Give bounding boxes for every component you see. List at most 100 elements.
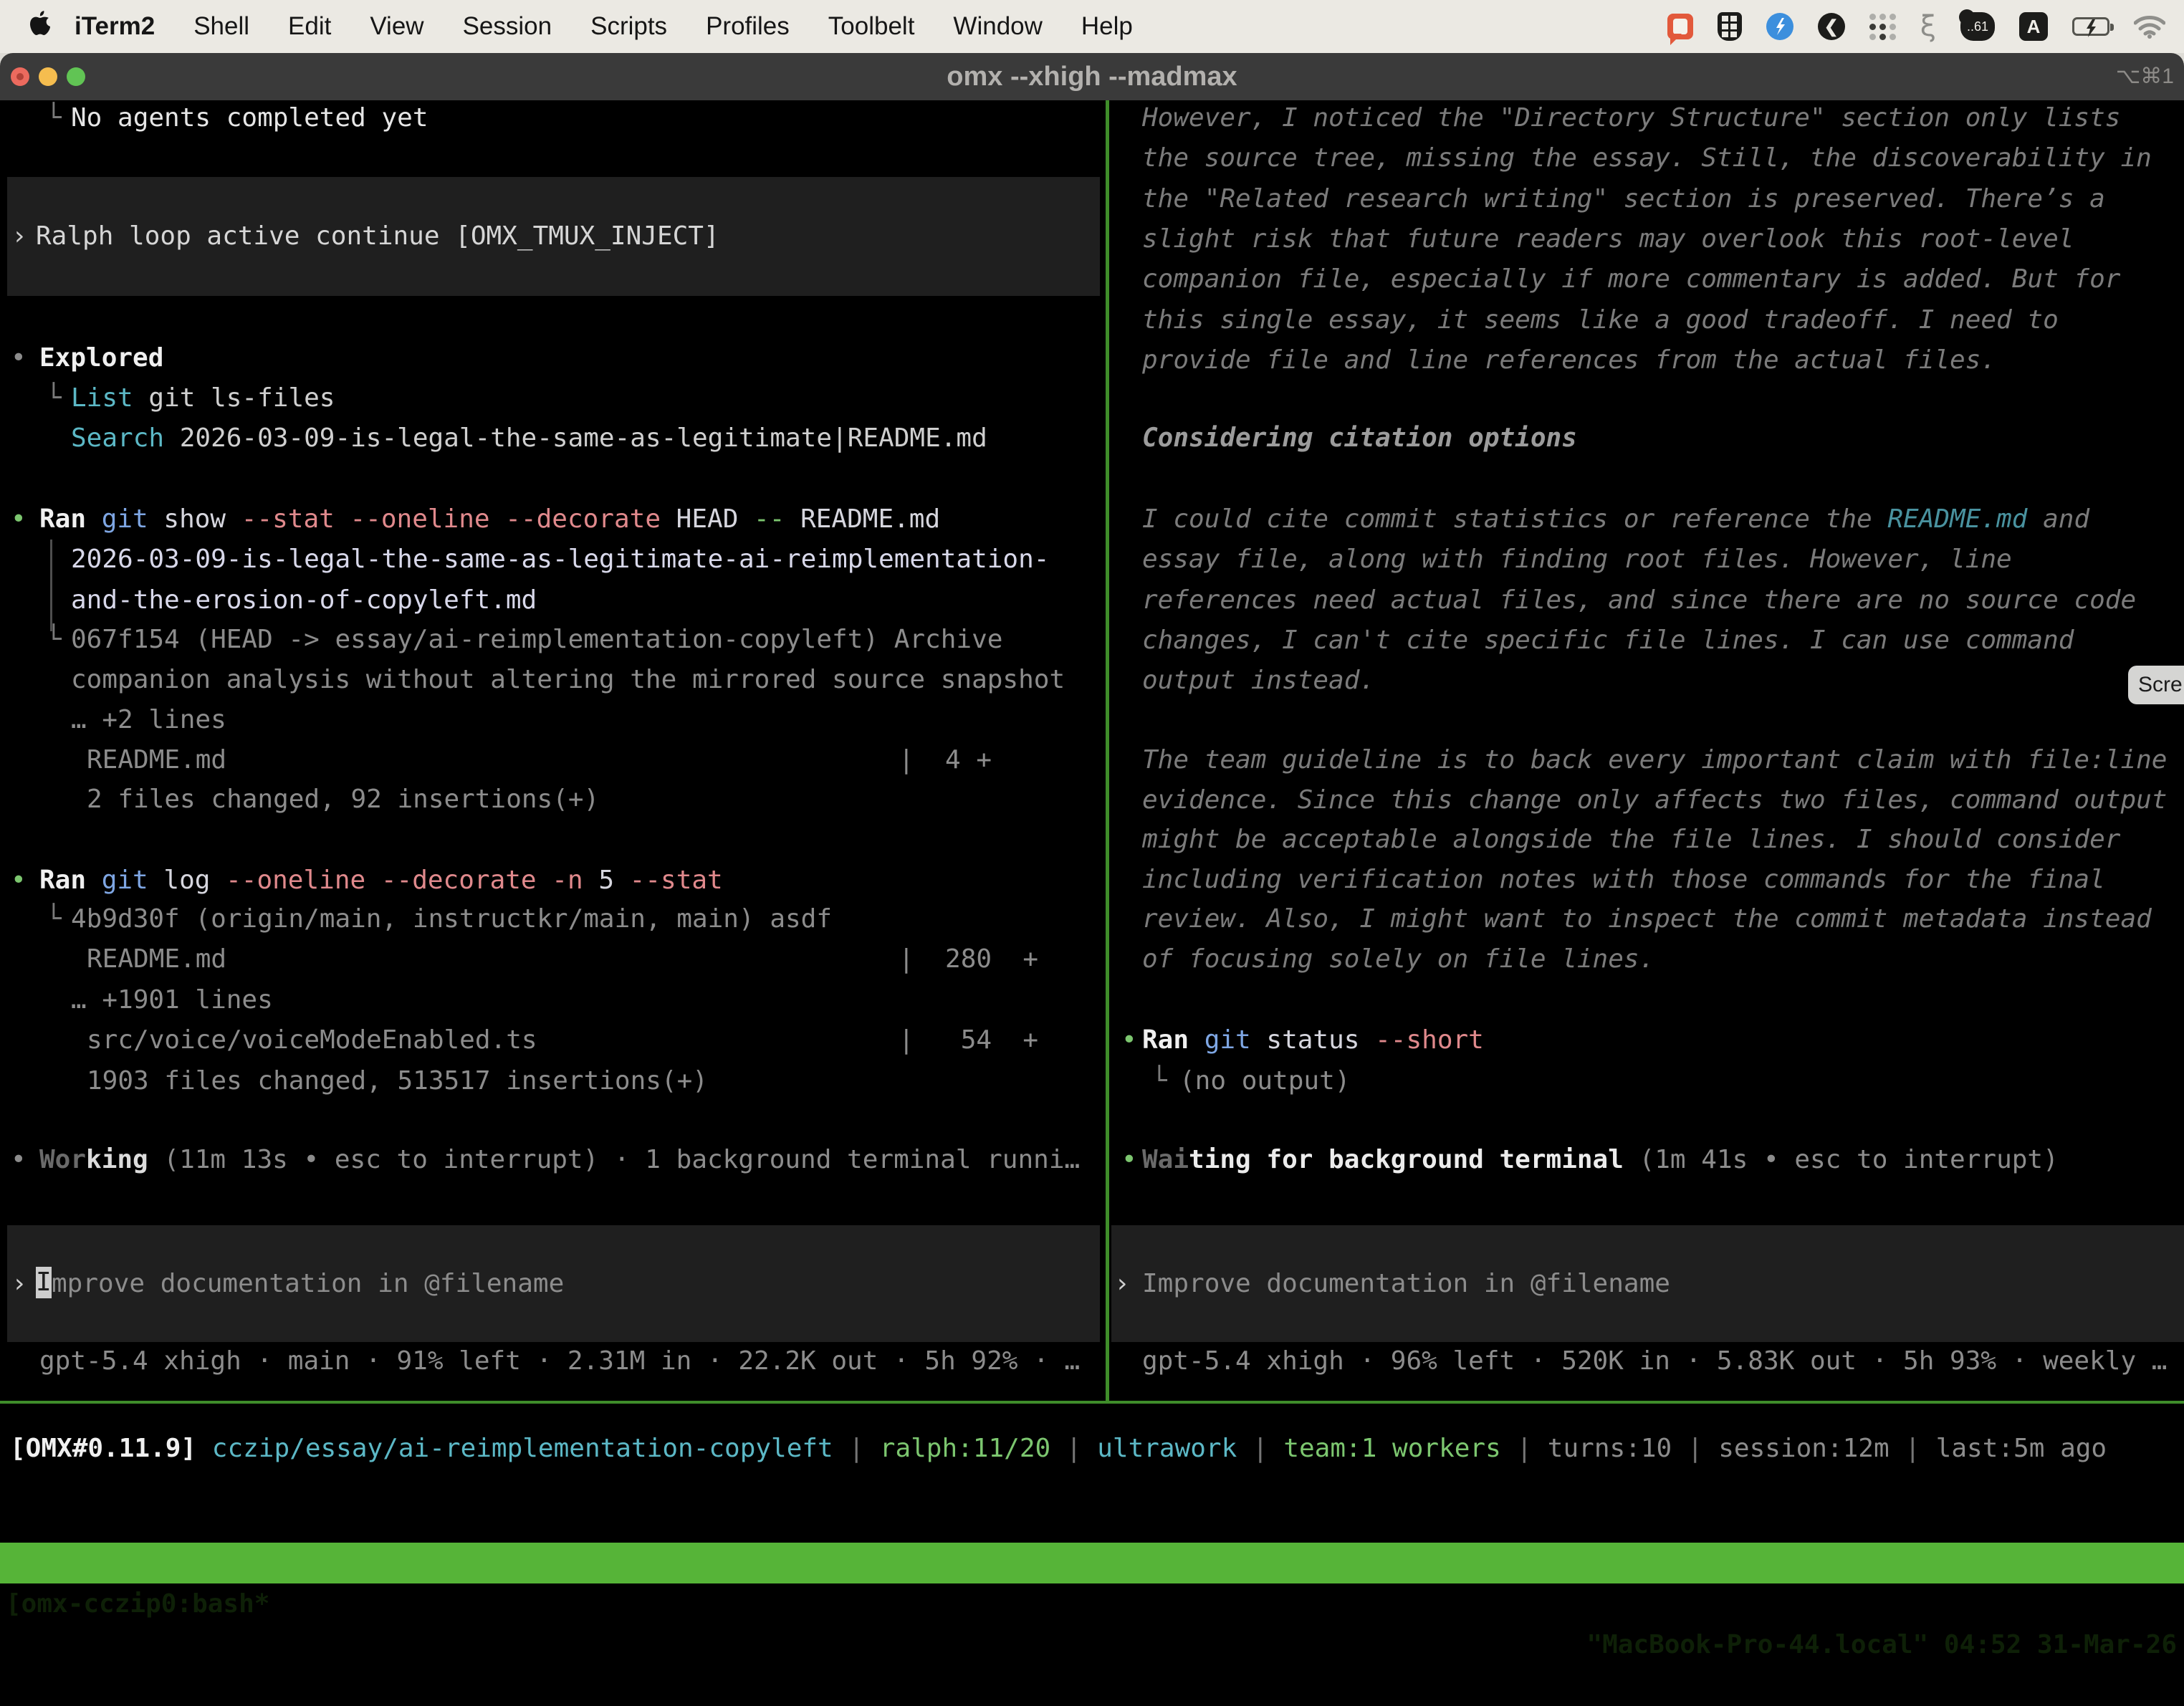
tmux-host-clock: "MacBook-Pro-44.local" 04:52 31-Mar-26 xyxy=(1586,1624,2177,1665)
battery-icon[interactable] xyxy=(2072,10,2109,43)
prompt-arrow-icon: › xyxy=(11,216,27,257)
pane-divider-vertical[interactable] xyxy=(1106,100,1109,1404)
circle-chevron-icon[interactable]: ❮ xyxy=(1818,13,1845,40)
no-agents-line: └ No agents completed yet xyxy=(0,98,93,138)
tree-branch-icon: └ xyxy=(1151,1061,1167,1101)
reasoning-para3-line4: including verification notes with those … xyxy=(1142,860,2105,900)
tmux-session-name[interactable]: [omx-cczip0:bash* xyxy=(6,1583,269,1624)
reasoning-para1-line5: companion file, especially if more comme… xyxy=(1142,259,2120,299)
inject-text: Ralph loop active continue [OMX_TMUX_INJ… xyxy=(36,216,719,257)
menu-item-profiles[interactable]: Profiles xyxy=(686,12,809,41)
explored-search-line: Search 2026-03-09-is-legal-the-same-as-l… xyxy=(0,418,93,459)
git-status-output: └ (no output) xyxy=(0,1061,93,1101)
reasoning-para1-line6: this single essay, it seems like a good … xyxy=(1142,300,2059,340)
menu-item-session[interactable]: Session xyxy=(444,12,572,41)
omx-branch-path: cczip/essay/ai-reimplementation-copyleft xyxy=(212,1434,833,1463)
reasoning-para2-line4: changes, I can't cite specific file line… xyxy=(1142,620,2074,661)
apple-logo-icon xyxy=(29,10,52,44)
reasoning-para2-line1: I could cite commit statistics or refere… xyxy=(1142,499,2089,540)
left-prompt-box[interactable]: › Improve documentation in @filename xyxy=(7,1225,1100,1342)
bullet-icon: • xyxy=(11,338,27,378)
blue-badge-icon[interactable] xyxy=(1766,10,1793,43)
omx-turns: turns:10 xyxy=(1548,1434,1672,1463)
screenshot-root: iTerm2 Shell Edit View Session Scripts P… xyxy=(0,0,2184,1599)
screen-recording-icon[interactable] xyxy=(1667,10,1693,43)
apple-menu[interactable] xyxy=(29,10,52,44)
reasoning-para3-line2: evidence. Since this change only affects… xyxy=(1142,780,2167,820)
wifi-icon[interactable] xyxy=(2134,10,2165,43)
right-prompt-input[interactable]: Improve documentation in @filename xyxy=(1142,1264,1670,1304)
tree-branch-icon: └ xyxy=(46,899,62,939)
menu-item-scripts[interactable]: Scripts xyxy=(571,12,686,41)
git-log-more-lines: … +1901 lines xyxy=(0,980,93,1020)
reasoning-para1-line1: However, I noticed the "Directory Struct… xyxy=(1142,98,2120,138)
reasoning-para1-line3: the "Related research writing" section i… xyxy=(1142,179,2105,219)
git-log-output-1: └ 4b9d30f (origin/main, instructkr/main,… xyxy=(0,899,93,939)
waiting-status-line: • Waiting for background terminal (1m 41… xyxy=(0,1140,93,1180)
explored-list-line: └ List git ls-files xyxy=(0,378,93,418)
menu-item-iterm2[interactable]: iTerm2 xyxy=(52,12,174,41)
menu-item-toolbelt[interactable]: Toolbelt xyxy=(809,12,934,41)
screen-overlay-button[interactable]: Scre xyxy=(2128,666,2184,704)
left-prompt-input[interactable]: Improve documentation in @filename xyxy=(36,1264,564,1304)
reasoning-para3-line1: The team guideline is to back every impo… xyxy=(1142,740,2167,780)
tree-branch-icon: └ xyxy=(46,378,62,418)
git-show-output-1: └ 067f154 (HEAD -> essay/ai-reimplementa… xyxy=(0,620,93,660)
menu-status-icons: ❮ ξ ..61 A xyxy=(1667,10,2165,43)
omx-status-line: [OMX#0.11.9] cczip/essay/ai-reimplementa… xyxy=(10,1429,2107,1469)
menu-item-shell[interactable]: Shell xyxy=(174,12,269,41)
reasoning-para1-line7: provide file and line references from th… xyxy=(1142,340,1996,380)
menu-item-view[interactable]: View xyxy=(350,12,443,41)
window-title: omx --xhigh --madmax xyxy=(0,53,2184,100)
tree-branch-icon: └ xyxy=(46,620,62,660)
reasoning-para2-line5: output instead. xyxy=(1142,661,1375,701)
omx-team: team:1 workers xyxy=(1283,1434,1500,1463)
omx-version: [OMX#0.11.9] xyxy=(10,1434,196,1463)
right-model-status-line: gpt-5.4 xhigh · 96% left · 520K in · 5.8… xyxy=(0,1341,93,1381)
reasoning-para3-line6: of focusing solely on file lines. xyxy=(1142,939,1654,979)
reasoning-para2-line3: references need actual files, and since … xyxy=(1142,580,2136,620)
shield-grid-icon[interactable] xyxy=(1718,10,1742,43)
spinner-bullet-icon: • xyxy=(1121,1140,1137,1180)
right-prompt-box[interactable]: › Improve documentation in @filename xyxy=(1111,1225,2184,1342)
menu-item-edit[interactable]: Edit xyxy=(269,12,350,41)
reasoning-para3-line5: review. Also, I might want to inspect th… xyxy=(1142,899,2152,939)
git-log-command-line: • Ran git log --oneline --decorate -n 5 … xyxy=(0,861,93,901)
tree-branch-icon: └ xyxy=(46,98,62,138)
menu-item-window[interactable]: Window xyxy=(934,12,1061,41)
inject-banner: › Ralph loop active continue [OMX_TMUX_I… xyxy=(7,177,1100,296)
omx-session: session:12m xyxy=(1718,1434,1889,1463)
bullet-icon: • xyxy=(1121,1020,1137,1060)
reasoning-para1-line4: slight risk that future readers may over… xyxy=(1142,219,2074,259)
reasoning-heading: Considering citation options xyxy=(1142,418,1577,459)
readme-link: README.md xyxy=(1887,504,2027,534)
git-status-command-line: • Ran git status --short xyxy=(0,1020,93,1060)
bullet-icon: • xyxy=(11,499,27,540)
window-shortcut-hint: ⌥⌘1 xyxy=(2116,53,2174,100)
git-show-more-lines: … +2 lines xyxy=(0,700,93,740)
git-show-summary: 2 files changed, 92 insertions(+) xyxy=(0,780,93,820)
menu-item-help[interactable]: Help xyxy=(1062,12,1152,41)
explored-header: • Explored xyxy=(0,338,93,378)
menu-bar: iTerm2 Shell Edit View Session Scripts P… xyxy=(0,0,2184,53)
git-show-arg-wrap1: 2026-03-09-is-legal-the-same-as-legitima… xyxy=(0,540,93,580)
git-show-output-2: companion analysis without altering the … xyxy=(0,660,93,700)
tmux-status-bar: [omx-cczip0:bash* "MacBook-Pro-44.local"… xyxy=(0,1543,2184,1583)
reasoning-para2-line2: essay file, along with finding root file… xyxy=(1142,540,2012,580)
prompt-arrow-icon: › xyxy=(1114,1264,1130,1304)
dots-grid-icon[interactable] xyxy=(1869,10,1896,43)
pane-divider-horizontal xyxy=(0,1401,2184,1404)
bullet-icon: • xyxy=(11,861,27,901)
omx-ralph-counter: ralph:11/20 xyxy=(880,1434,1050,1463)
squiggle-icon[interactable]: ξ xyxy=(1920,10,1936,43)
git-show-stat-row: README.md | 4 + xyxy=(0,740,93,780)
git-show-command-line: • Ran git show --stat --oneline --decora… xyxy=(0,499,93,540)
omx-ultrawork: ultrawork xyxy=(1097,1434,1237,1463)
reasoning-para1-line2: the source tree, missing the essay. Stil… xyxy=(1142,138,2152,178)
git-log-stat-row-1: README.md | 280 + xyxy=(0,939,93,979)
git-show-arg-wrap2: and-the-erosion-of-copyleft.md xyxy=(0,580,93,620)
omx-last: last:5m ago xyxy=(1936,1434,2107,1463)
battery-badge-61-icon[interactable]: ..61 xyxy=(1960,10,1995,43)
reasoning-para3-line3: might be acceptable alongside the file l… xyxy=(1142,820,2120,860)
a-app-icon[interactable]: A xyxy=(2019,10,2048,43)
